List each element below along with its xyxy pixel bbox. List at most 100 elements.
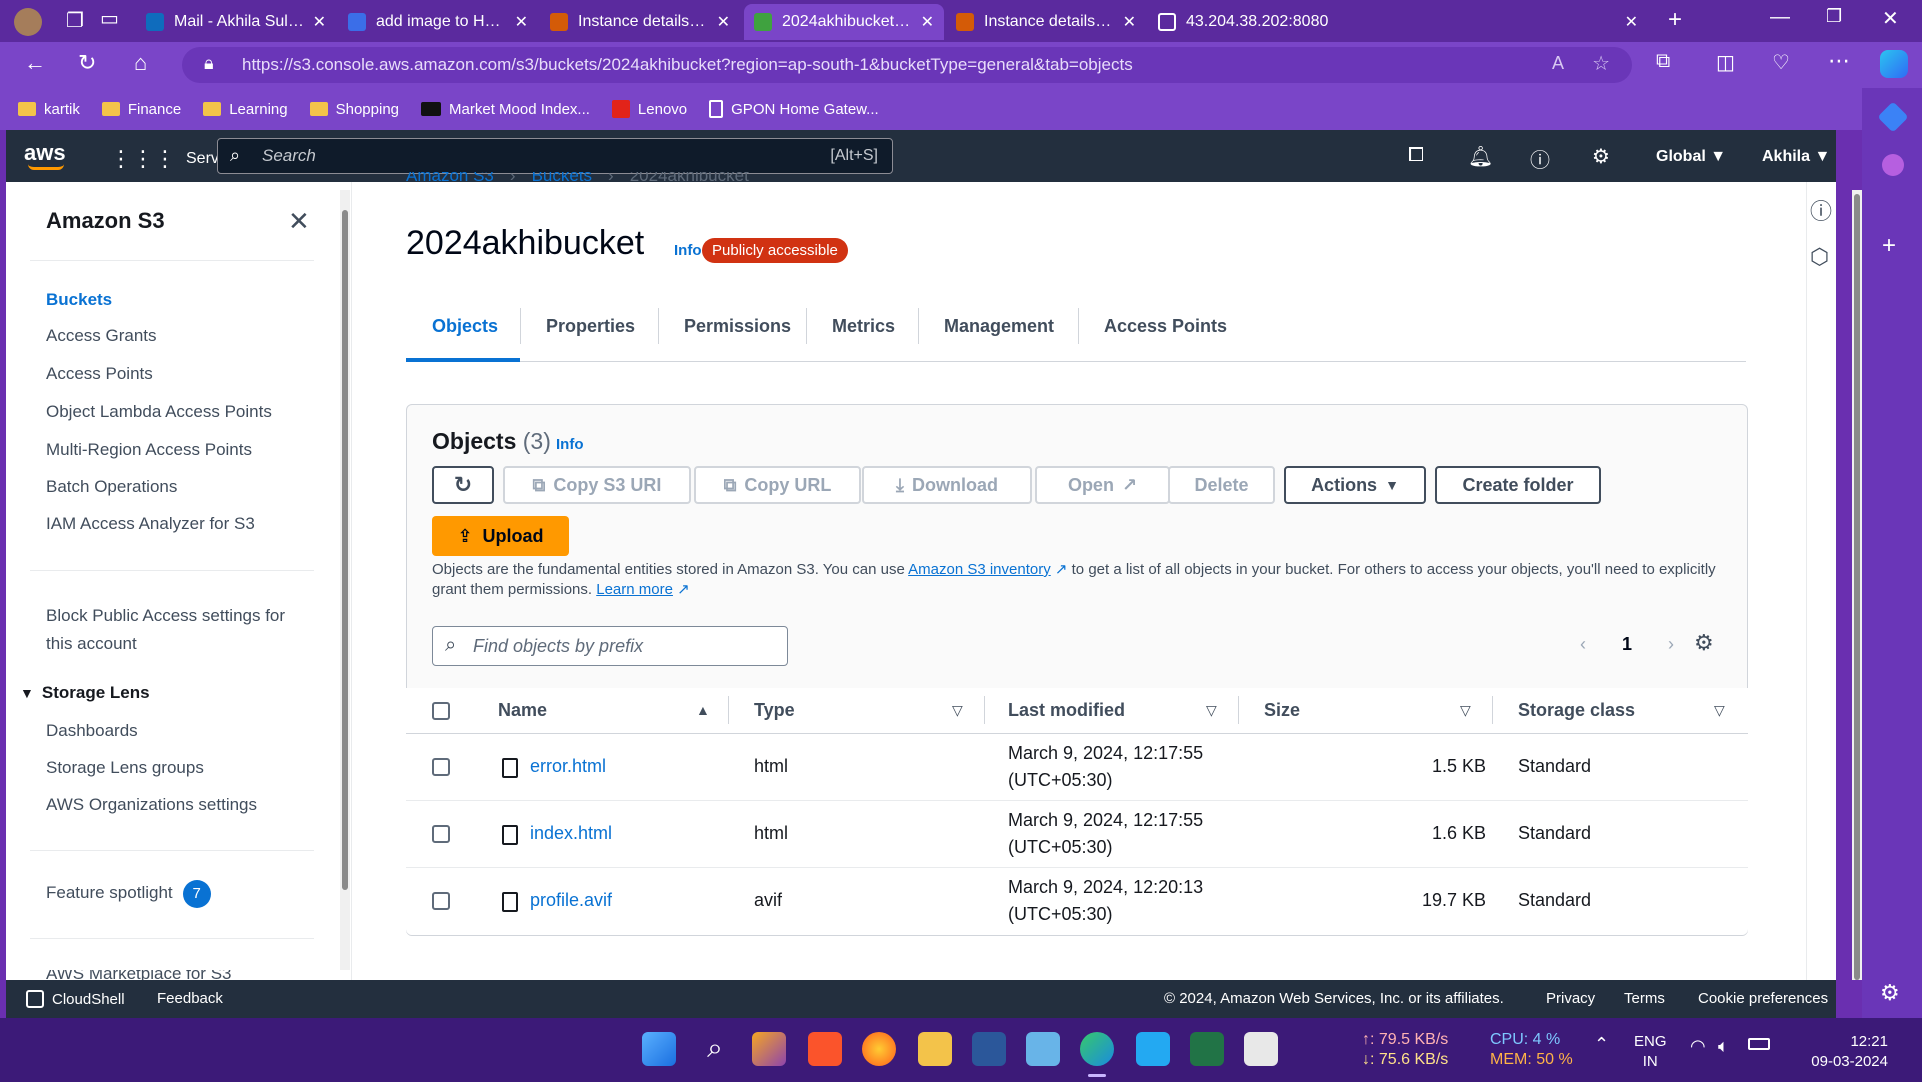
help-icon[interactable]: ⓘ	[1530, 144, 1550, 173]
object-name-link[interactable]: error.html	[530, 756, 606, 777]
preferences-icon[interactable]: ⚙	[1694, 630, 1714, 656]
sidebar-item-object-lambda[interactable]: Object Lambda Access Points	[46, 402, 272, 422]
new-tab-icon[interactable]: +	[1668, 6, 1682, 34]
next-page-icon[interactable]: ›	[1668, 634, 1674, 655]
learn-more-link[interactable]: Learn more	[596, 581, 673, 598]
notifications-icon[interactable]: 🔔︎	[1468, 144, 1493, 169]
console-search-input[interactable]: ⌕ Search [Alt+S]	[217, 138, 893, 174]
tab-objects[interactable]: Objects	[432, 316, 498, 337]
sort-ascending-icon[interactable]: ▲	[696, 702, 710, 718]
privacy-link[interactable]: Privacy	[1546, 990, 1595, 1007]
snipping-tool-icon[interactable]	[1244, 1032, 1278, 1066]
split-screen-icon[interactable]: ◫	[1716, 50, 1735, 75]
more-icon[interactable]: ⋯	[1828, 48, 1850, 74]
sidebar-item-access-grants[interactable]: Access Grants	[46, 326, 157, 346]
address-bar[interactable]: 🔒︎ https://s3.console.aws.amazon.com/s3/…	[182, 47, 1632, 83]
clock[interactable]: 12:21 09-03-2024	[1788, 1032, 1888, 1072]
copy-url-button[interactable]: ⧉ Copy URL	[694, 466, 861, 504]
settings-icon[interactable]: ⚙	[1592, 144, 1610, 169]
table-row[interactable]: error.html html March 9, 2024, 12:17:55(…	[406, 734, 1748, 801]
hexagon-icon[interactable]: ⬡	[1810, 244, 1829, 270]
firefox-icon[interactable]	[862, 1032, 896, 1066]
tab-actions-icon[interactable]: ▭	[100, 6, 119, 31]
prev-page-icon[interactable]: ‹	[1580, 634, 1586, 655]
window-close-icon[interactable]: ✕	[1882, 6, 1899, 31]
browser-tab-ec2-2[interactable]: Instance details | EC2 | ap-south-1 ✕	[946, 4, 1146, 40]
word-icon[interactable]	[972, 1032, 1006, 1066]
delete-button[interactable]: Delete	[1168, 466, 1275, 504]
sidebar-item-dashboards[interactable]: Dashboards	[46, 721, 138, 741]
tab-properties[interactable]: Properties	[546, 316, 635, 337]
sort-icon[interactable]: ▽	[1714, 702, 1725, 719]
favorite-star-icon[interactable]: ☆	[1592, 51, 1610, 76]
close-icon[interactable]: ✕	[717, 12, 730, 32]
edge-icon[interactable]	[1080, 1032, 1114, 1066]
sidebar-item-block-public-access[interactable]: Block Public Access settings for this ac…	[46, 602, 285, 658]
find-objects-input[interactable]: ⌕ Find objects by prefix	[432, 626, 788, 666]
search-icon[interactable]: ⌕	[698, 1032, 732, 1066]
brave-icon[interactable]	[808, 1032, 842, 1066]
cookie-preferences-link[interactable]: Cookie preferences	[1698, 990, 1828, 1007]
browser-tab-ec2[interactable]: Instance details | EC2 | ap-south-1 ✕	[540, 4, 740, 40]
vscode-icon[interactable]	[1136, 1032, 1170, 1066]
row-checkbox[interactable]	[432, 825, 450, 843]
battery-icon[interactable]	[1748, 1038, 1770, 1050]
tab-management[interactable]: Management	[944, 316, 1054, 337]
row-checkbox[interactable]	[432, 892, 450, 910]
extensions-icon[interactable]: ⧉	[1656, 50, 1670, 73]
edge-add-icon[interactable]: +	[1882, 232, 1896, 260]
sidebar-item-access-points[interactable]: Access Points	[46, 364, 153, 384]
bookmark-finance[interactable]: Finance	[101, 101, 181, 118]
excel-icon[interactable]	[1190, 1032, 1224, 1066]
column-name[interactable]: Name	[498, 700, 547, 721]
upload-button[interactable]: ⇪ Upload	[432, 516, 569, 556]
feedback-link[interactable]: Feedback	[157, 990, 223, 1007]
profile-avatar[interactable]	[14, 8, 42, 36]
column-size[interactable]: Size	[1264, 700, 1300, 721]
sort-icon[interactable]: ▽	[1460, 702, 1471, 719]
cloudshell-icon[interactable]: ⧠	[1408, 144, 1424, 167]
workspaces-icon[interactable]: ❐	[66, 8, 84, 33]
bookmark-gpon[interactable]: GPON Home Gatew...	[709, 100, 879, 118]
open-button[interactable]: Open ↗	[1035, 466, 1170, 504]
sidebar-section-storage-lens[interactable]: ▼ Storage Lens	[20, 683, 150, 703]
back-icon[interactable]: ←	[24, 50, 46, 76]
actions-button[interactable]: Actions ▼	[1284, 466, 1426, 504]
reload-icon[interactable]: ↻	[78, 50, 96, 76]
column-type[interactable]: Type	[754, 700, 795, 721]
wifi-icon[interactable]: ◠	[1690, 1036, 1706, 1057]
home-icon[interactable]: ⌂	[134, 50, 147, 76]
maximize-icon[interactable]: ❐	[1826, 6, 1842, 27]
language-indicator[interactable]: ENG IN	[1634, 1032, 1667, 1072]
bookmark-shopping[interactable]: Shopping	[309, 101, 399, 118]
browser-tab-search[interactable]: add image to HTML file code ✕	[338, 4, 538, 40]
edge-copilot-icon[interactable]	[1882, 154, 1904, 176]
s3-inventory-link[interactable]: Amazon S3 inventory	[908, 561, 1051, 578]
close-icon[interactable]: ✕	[921, 12, 934, 32]
sidebar-item-iam-analyzer[interactable]: IAM Access Analyzer for S3	[46, 514, 255, 534]
start-icon[interactable]	[642, 1032, 676, 1066]
close-icon[interactable]: ✕	[1625, 12, 1638, 32]
download-button[interactable]: ⤓ Download	[862, 466, 1032, 504]
browser-tab-mail[interactable]: Mail - Akhila Sulake - Outlook ✕	[136, 4, 336, 40]
row-checkbox[interactable]	[432, 758, 450, 776]
select-all-checkbox[interactable]	[432, 702, 450, 720]
info-link[interactable]: Info	[674, 242, 702, 259]
copy-s3-uri-button[interactable]: ⧉ Copy S3 URI	[503, 466, 691, 504]
sidebar-scroll-thumb[interactable]	[342, 210, 348, 890]
file-explorer-icon[interactable]	[918, 1032, 952, 1066]
bookmark-market-mood[interactable]: Market Mood Index...	[421, 101, 590, 118]
sidebar-item-org-settings[interactable]: AWS Organizations settings	[46, 795, 257, 815]
volume-icon[interactable]: 🔈︎	[1718, 1036, 1729, 1057]
table-row[interactable]: index.html html March 9, 2024, 12:17:55(…	[406, 801, 1748, 868]
copilot-icon[interactable]	[1880, 50, 1908, 78]
bookmark-learning[interactable]: Learning	[203, 101, 288, 118]
performance-icon[interactable]: ♡	[1772, 50, 1790, 75]
object-name-link[interactable]: profile.avif	[530, 890, 612, 911]
close-icon[interactable]: ✕	[313, 12, 326, 32]
sidebar-item-lens-groups[interactable]: Storage Lens groups	[46, 758, 204, 778]
sort-icon[interactable]: ▽	[952, 702, 963, 719]
sidebar-item-feature-spotlight[interactable]: Feature spotlight 7	[46, 880, 211, 908]
create-folder-button[interactable]: Create folder	[1435, 466, 1601, 504]
object-name-link[interactable]: index.html	[530, 823, 612, 844]
